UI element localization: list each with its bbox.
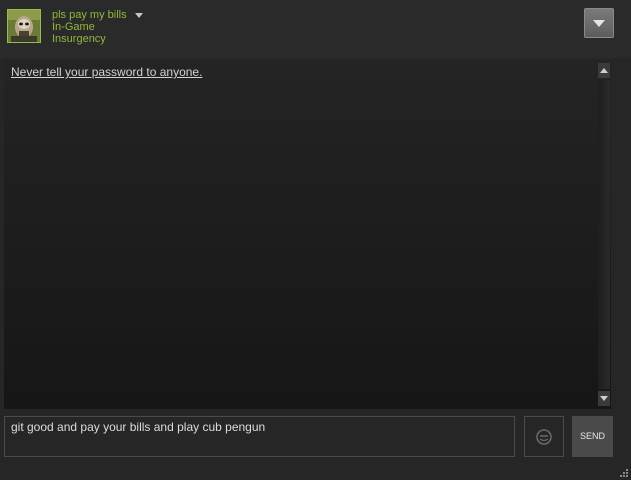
arrow-up-icon [600, 68, 608, 73]
chat-menu-button[interactable] [584, 8, 614, 38]
message-input[interactable]: git good and pay your bills and play cub… [4, 416, 515, 457]
status-text: In-Game [52, 21, 95, 33]
emoticon-icon [536, 429, 552, 445]
game-name: Insurgency [52, 33, 106, 45]
password-warning[interactable]: Never tell your password to anyone. [11, 65, 202, 79]
avatar[interactable] [7, 9, 41, 43]
chevron-down-icon[interactable] [134, 13, 143, 18]
emoticon-button[interactable] [524, 416, 564, 457]
chevron-down-icon [593, 20, 605, 27]
arrow-down-icon [600, 396, 608, 401]
chat-history[interactable]: Never tell your password to anyone. [4, 60, 611, 409]
chat-header: pls pay my bills In-Game Insurgency [0, 0, 631, 58]
send-button[interactable]: SEND [572, 416, 613, 457]
resize-grip-icon[interactable] [619, 468, 629, 478]
avatar-image [8, 10, 40, 42]
scroll-up-button[interactable] [598, 63, 610, 78]
scroll-down-button[interactable] [598, 391, 610, 406]
scrollbar-track[interactable] [598, 80, 610, 389]
